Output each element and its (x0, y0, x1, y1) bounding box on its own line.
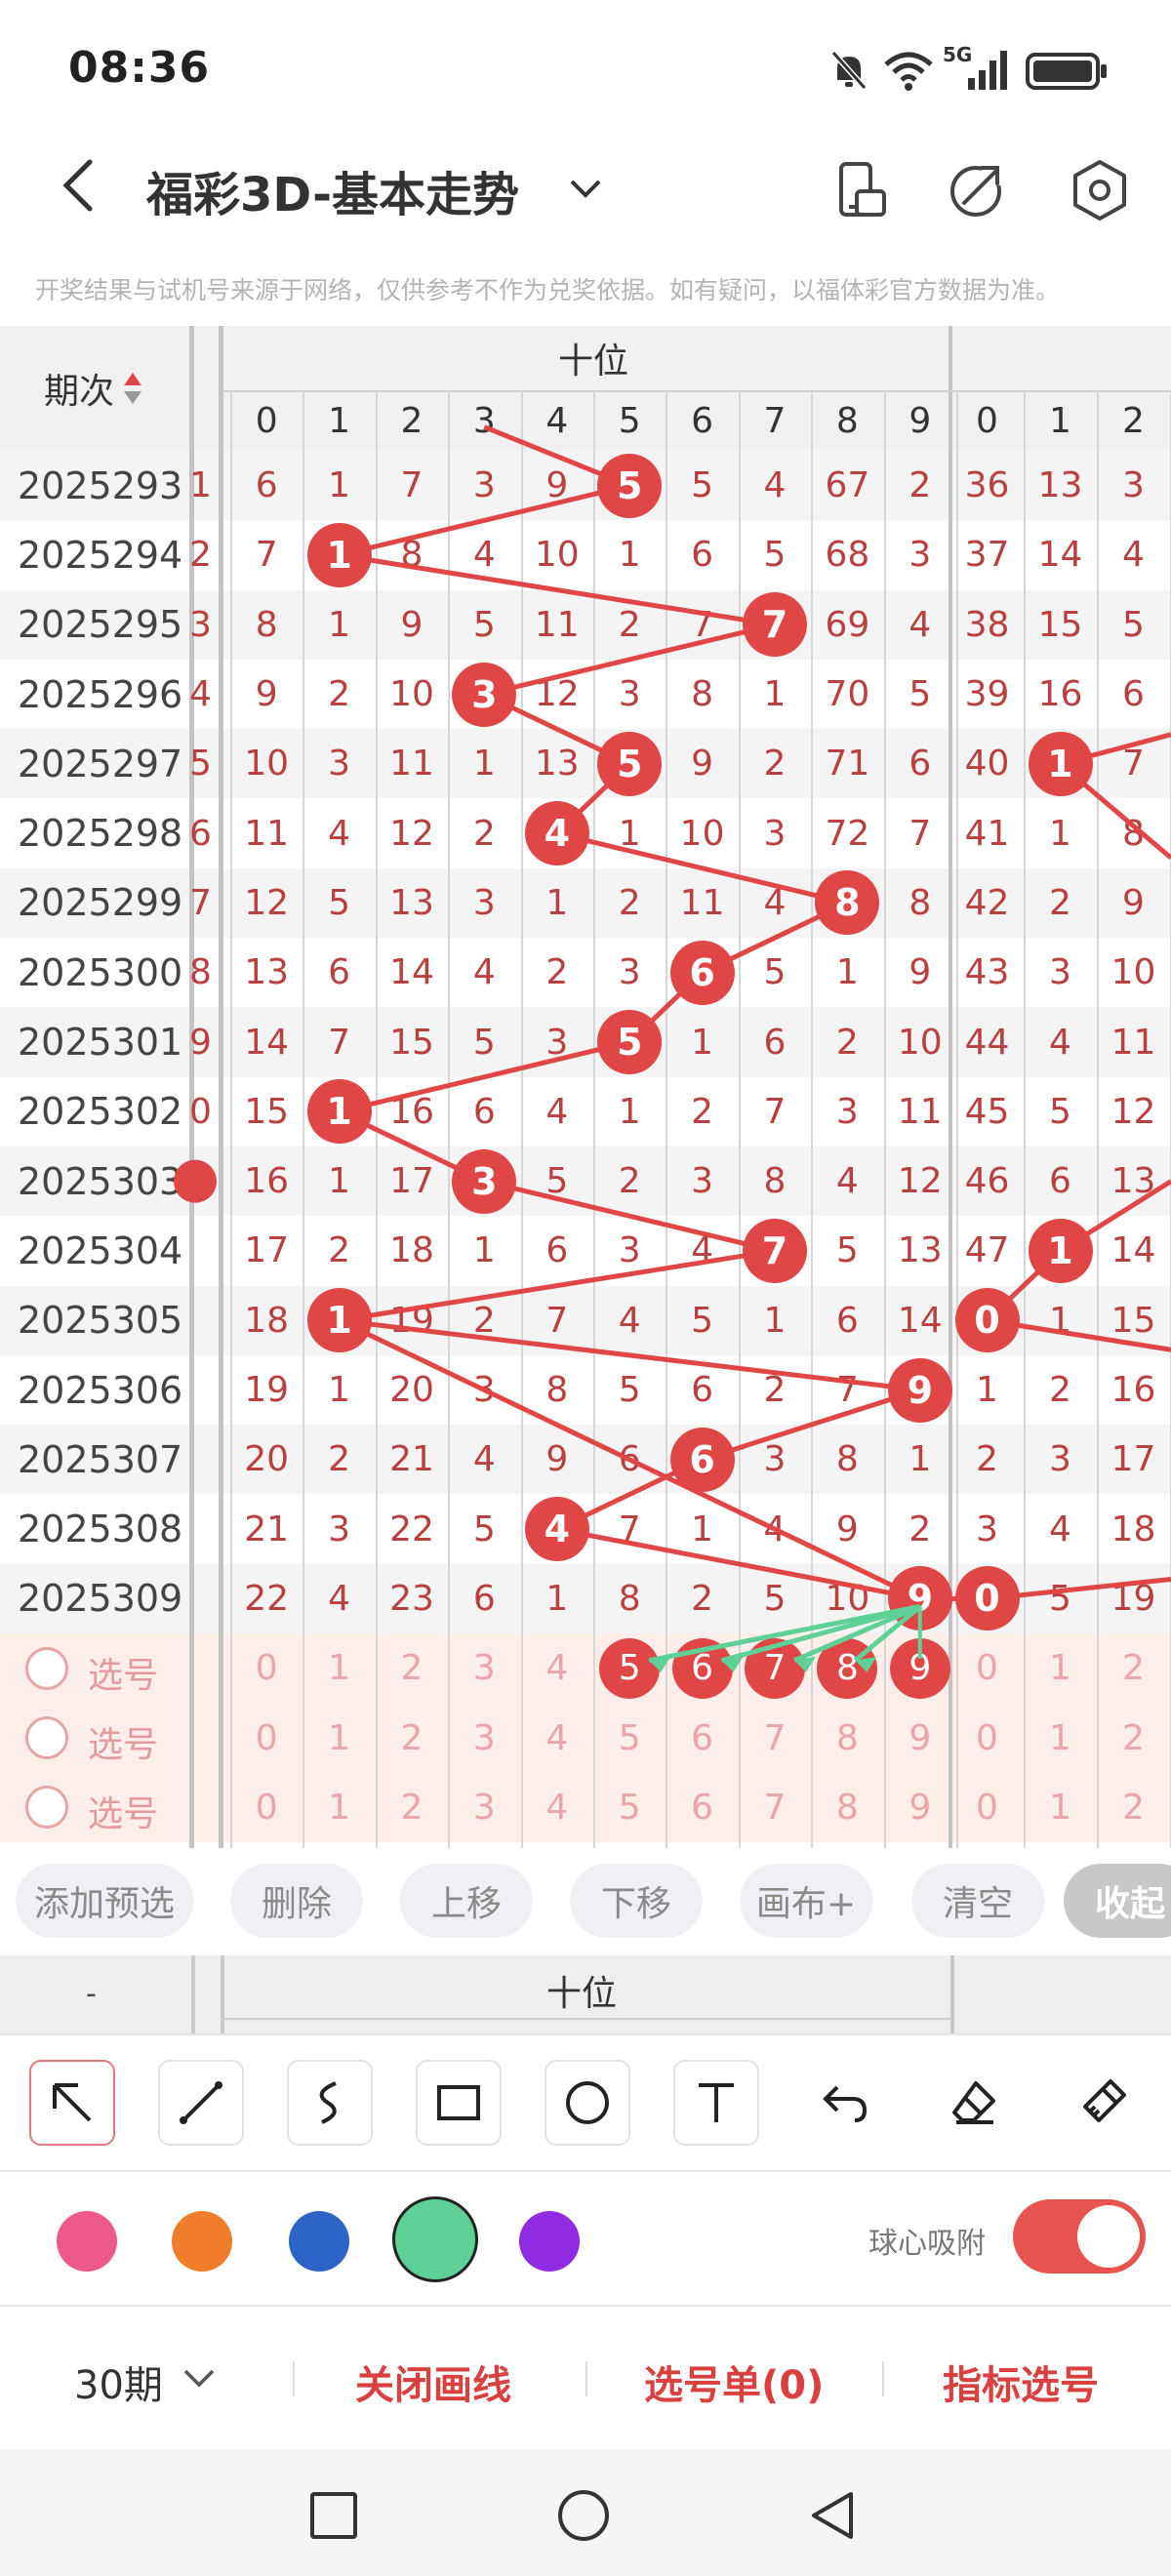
collapse-button[interactable]: 收起 (1064, 1864, 1171, 1938)
rectangle-tool-icon[interactable] (416, 2060, 502, 2146)
page-title[interactable]: 福彩3D-基本走势 (146, 156, 519, 224)
system-navigation (0, 2449, 1171, 2576)
back-icon[interactable] (51, 156, 109, 215)
color-swatch-pink[interactable] (57, 2211, 117, 2272)
rotate-screen-icon[interactable] (828, 156, 896, 224)
color-swatch-purple[interactable] (519, 2211, 580, 2272)
text-tool-icon[interactable] (673, 2060, 759, 2146)
eraser-icon[interactable] (931, 2060, 1017, 2146)
clear-button[interactable]: 清空 (911, 1864, 1044, 1938)
period-selector[interactable]: 30期 (74, 2354, 163, 2410)
mute-icon (830, 51, 868, 90)
secondary-chart-header: - 十位 (0, 1955, 1171, 2033)
canvas-plus-button[interactable]: 画布+ (740, 1864, 872, 1938)
secondary-group-label: 十位 (546, 1974, 618, 2014)
move-up-button[interactable]: 上移 (400, 1864, 533, 1938)
toggle-knob (1077, 2205, 1140, 2268)
wifi-icon (884, 52, 933, 91)
clock: 08:36 (68, 43, 211, 93)
color-swatch-green[interactable] (392, 2196, 478, 2282)
drawn-arrows[interactable] (0, 326, 1171, 1848)
move-down-button[interactable]: 下移 (570, 1864, 703, 1938)
arrow-tool-icon[interactable] (29, 2060, 115, 2146)
color-swatch-orange[interactable] (172, 2211, 232, 2272)
status-bar: 08:36 5G (0, 0, 1171, 137)
settings-icon[interactable] (1066, 156, 1134, 224)
curve-tool-icon[interactable] (287, 2060, 373, 2146)
signal-icon (968, 51, 1007, 90)
recent-apps-icon[interactable] (308, 2490, 359, 2541)
disclaimer-text: 开奖结果与试机号来源于网络，仅供参考不作为兑奖依据。如有疑问，以福体彩官方数据为… (35, 276, 1061, 304)
secondary-issue-label: - (86, 1977, 97, 2011)
snap-toggle[interactable] (1013, 2199, 1146, 2274)
indicator-select-button[interactable]: 指标选号 (943, 2354, 1099, 2410)
delete-button[interactable]: 删除 (230, 1864, 363, 1938)
close-lines-button[interactable]: 关闭画线 (355, 2354, 511, 2410)
trend-chart[interactable]: 期次 十位 0 1 2 3 4 5 6 7 8 9 0 1 2 2025293 1 6 1 7 3 9 5 4 67 2 36 13 3… (0, 326, 1171, 1848)
bottom-bar: 30期 关闭画线 选号单(0) 指标选号 (0, 2305, 1171, 2449)
chevron-down-icon[interactable] (564, 168, 607, 211)
battery-icon (1026, 53, 1107, 90)
add-preselect-button[interactable]: 添加预选 (16, 1864, 193, 1938)
selection-list-button[interactable]: 选号单(0) (644, 2354, 824, 2410)
color-palette: 球心吸附 (0, 2170, 1171, 2303)
drawing-toolbar (0, 2033, 1171, 2170)
back-nav-icon[interactable] (806, 2488, 861, 2543)
home-icon[interactable] (556, 2488, 611, 2543)
color-swatch-blue[interactable] (289, 2211, 349, 2272)
clear-brush-icon[interactable] (1060, 2060, 1146, 2146)
share-icon[interactable] (943, 156, 1011, 224)
line-tool-icon[interactable] (158, 2060, 244, 2146)
undo-icon[interactable] (802, 2060, 888, 2146)
circle-tool-icon[interactable] (545, 2060, 630, 2146)
snap-label: 球心吸附 (868, 2227, 986, 2261)
chevron-down-icon[interactable] (180, 2365, 219, 2395)
